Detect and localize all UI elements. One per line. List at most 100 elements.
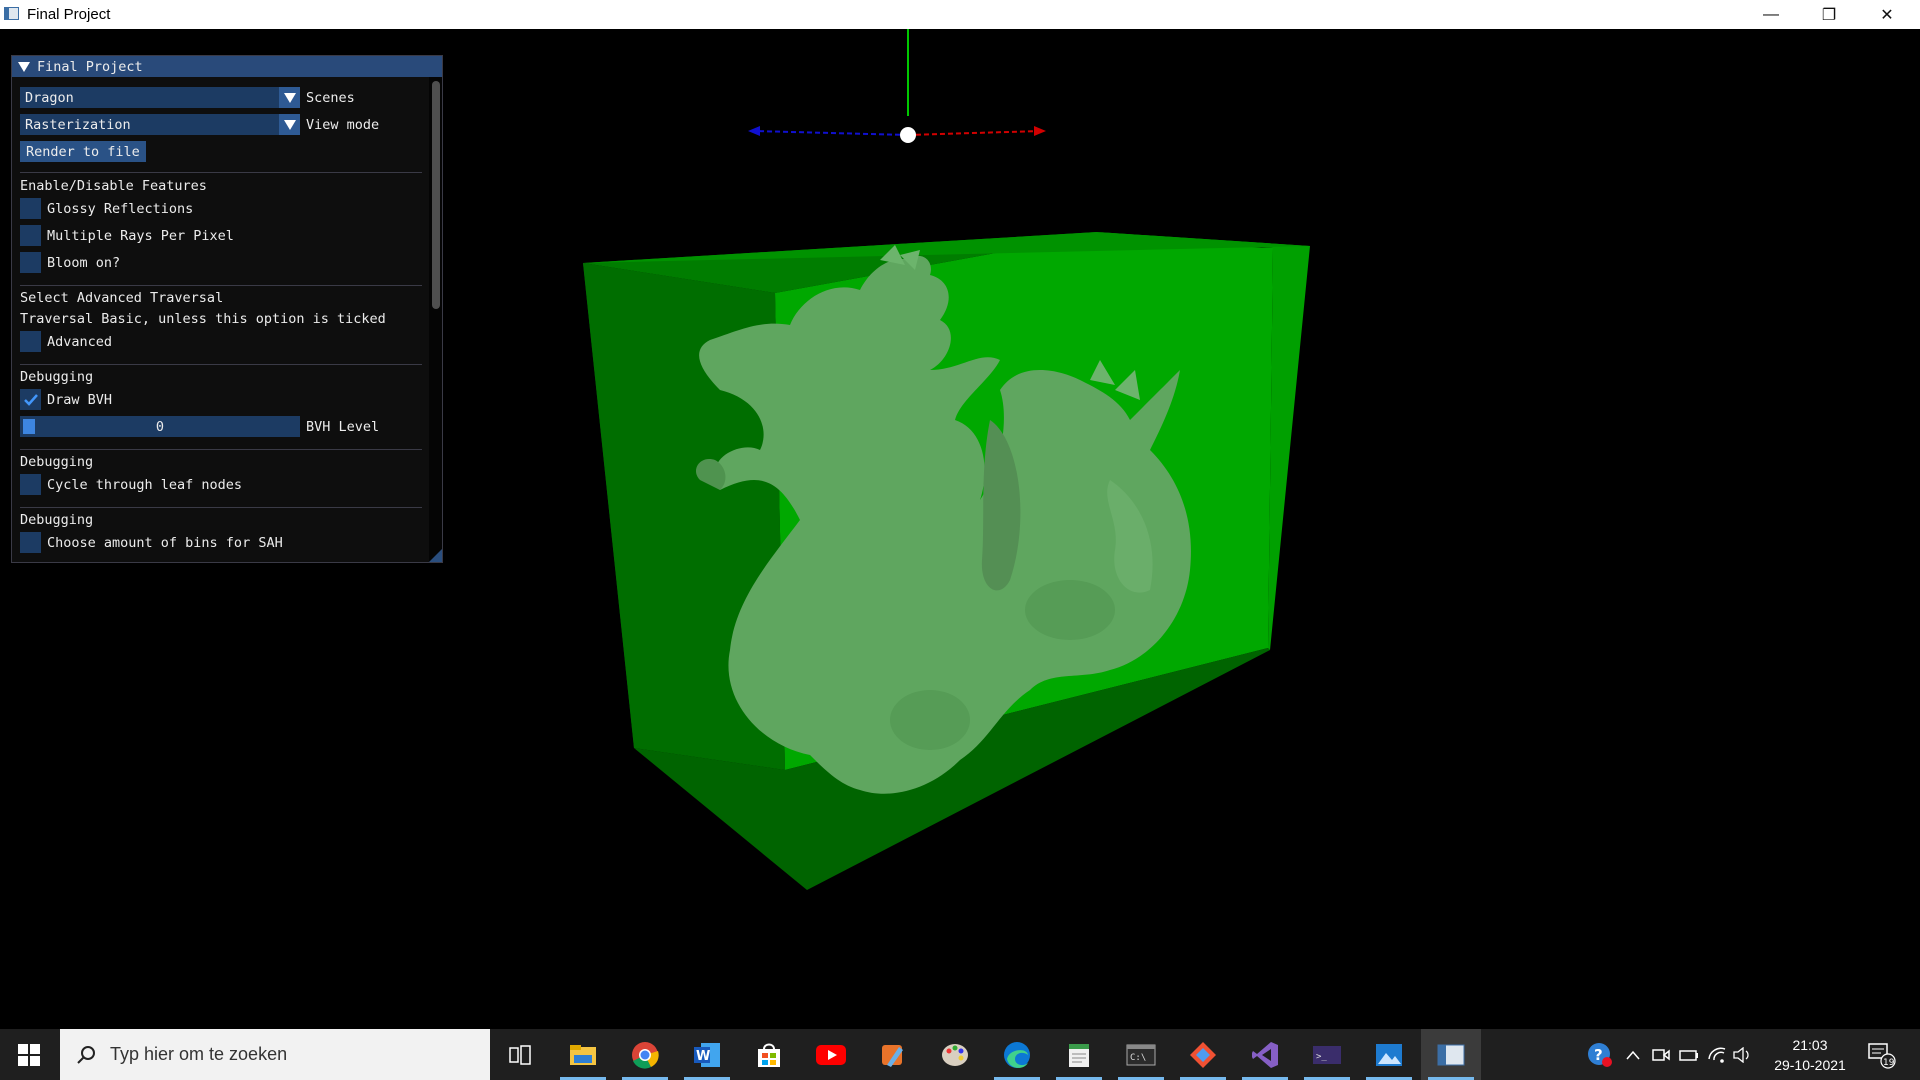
traversal-heading: Select Advanced Traversal [20, 290, 224, 306]
chrome-icon[interactable] [615, 1029, 675, 1080]
separator [20, 172, 422, 173]
paint-palette-icon[interactable] [925, 1029, 985, 1080]
windows-taskbar: Typ hier om te zoeken W C:\ >_ ? 21:03 2… [0, 1029, 1920, 1080]
final-project-app-icon[interactable] [1421, 1029, 1481, 1080]
taskbar-clock[interactable]: 21:03 29-10-2021 [1760, 1035, 1860, 1075]
panel-content: Dragon Scenes Rasterization View mode Re… [12, 77, 429, 562]
collapse-triangle-icon[interactable] [18, 61, 30, 72]
store-icon[interactable] [739, 1029, 799, 1080]
window-title: Final Project [27, 6, 111, 23]
separator [20, 285, 422, 286]
draw-bvh-label: Draw BVH [47, 391, 113, 408]
sah-bins-checkbox[interactable]: Choose amount of bins for SAH [20, 532, 283, 553]
close-button[interactable]: ✕ [1858, 0, 1916, 29]
separator [20, 507, 422, 508]
bloom-checkbox-box[interactable] [20, 252, 41, 273]
features-heading: Enable/Disable Features [20, 178, 207, 194]
glossy-checkbox-box[interactable] [20, 198, 41, 219]
advanced-label: Advanced [47, 333, 113, 350]
view-mode-select-value: Rasterization [25, 116, 131, 133]
clock-time: 21:03 [1792, 1037, 1828, 1053]
glossy-reflections-checkbox[interactable]: Glossy Reflections [20, 198, 193, 219]
transform-gizmo[interactable] [748, 29, 1046, 143]
action-center-icon[interactable]: 19 [1862, 1029, 1902, 1080]
gizmo-z-arrow [748, 126, 760, 136]
task-view-icon[interactable] [490, 1029, 550, 1080]
gizmo-x-axis [907, 130, 1041, 136]
settings-panel[interactable]: Final Project Dragon Scenes Rasterizatio… [11, 55, 443, 563]
view-mode-dropdown-arrow-icon[interactable] [279, 114, 300, 135]
svg-text:C:\: C:\ [1130, 1053, 1146, 1063]
visual-studio-icon[interactable] [1235, 1029, 1295, 1080]
separator [20, 364, 422, 365]
multiple-rays-checkbox[interactable]: Multiple Rays Per Pixel [20, 225, 234, 246]
help-icon[interactable]: ? [1583, 1029, 1617, 1080]
gizmo-center [900, 127, 916, 143]
bvh-level-slider[interactable]: 0 [20, 416, 300, 437]
render-to-file-button[interactable]: Render to file [20, 141, 146, 162]
cycle-checkbox-box[interactable] [20, 474, 41, 495]
battery-icon[interactable] [1676, 1029, 1702, 1080]
tray-overflow-chevron-icon[interactable] [1620, 1029, 1646, 1080]
minimize-button[interactable]: — [1742, 0, 1800, 29]
debug-sah-heading: Debugging [20, 512, 94, 528]
notification-count: 19 [1883, 1058, 1895, 1068]
view-mode-select-label: View mode [306, 116, 380, 133]
word-icon[interactable]: W [677, 1029, 737, 1080]
gizmo-x-arrow [1034, 126, 1046, 136]
clock-date: 29-10-2021 [1774, 1057, 1846, 1073]
multi-rays-checkbox-box[interactable] [20, 225, 41, 246]
panel-scrollbar[interactable] [429, 77, 442, 562]
meet-now-icon[interactable] [1648, 1029, 1674, 1080]
start-button[interactable] [0, 1029, 58, 1080]
separator [20, 449, 422, 450]
gizmo-z-axis [754, 130, 909, 136]
multi-rays-label: Multiple Rays Per Pixel [47, 227, 234, 244]
scene-dropdown-arrow-icon[interactable] [279, 87, 300, 108]
slider-grab-handle[interactable] [23, 419, 35, 434]
panel-title: Final Project [37, 58, 143, 75]
svg-text:W: W [696, 1049, 710, 1064]
bloom-label: Bloom on? [47, 254, 121, 271]
photos-icon[interactable] [1359, 1029, 1419, 1080]
search-placeholder: Typ hier om te zoeken [110, 1044, 288, 1064]
debug-bvh-heading: Debugging [20, 369, 94, 385]
advanced-checkbox-box[interactable] [20, 331, 41, 352]
panel-titlebar[interactable]: Final Project [12, 56, 442, 77]
edge-icon[interactable] [987, 1029, 1047, 1080]
git-icon[interactable] [1173, 1029, 1233, 1080]
wifi-icon[interactable] [1704, 1029, 1730, 1080]
search-icon [77, 1045, 95, 1064]
app-window-icon [4, 7, 19, 20]
cycle-leaf-nodes-checkbox[interactable]: Cycle through leaf nodes [20, 474, 242, 495]
draw-bvh-checkbox[interactable]: Draw BVH [20, 389, 112, 410]
restore-button[interactable]: ❐ [1800, 0, 1858, 29]
bvh-level-label: BVH Level [306, 418, 380, 435]
svg-text:?: ? [1594, 1046, 1603, 1064]
sah-label: Choose amount of bins for SAH [47, 534, 283, 551]
powershell-icon[interactable]: >_ [1297, 1029, 1357, 1080]
debug-leaf-heading: Debugging [20, 454, 94, 470]
windows-logo-icon [18, 1043, 40, 1066]
scene-select-label: Scenes [306, 89, 355, 106]
svg-text:>_: >_ [1316, 1052, 1327, 1062]
bloom-checkbox[interactable]: Bloom on? [20, 252, 120, 273]
scrollbar-thumb[interactable] [432, 81, 440, 309]
window-titlebar[interactable]: Final Project — ❐ ✕ [0, 0, 1920, 29]
notepad-icon[interactable] [1049, 1029, 1109, 1080]
scene-select-value: Dragon [25, 89, 74, 106]
scene-select[interactable]: Dragon [20, 87, 300, 108]
advanced-traversal-checkbox[interactable]: Advanced [20, 331, 112, 352]
sah-checkbox-box[interactable] [20, 532, 41, 553]
glossy-label: Glossy Reflections [47, 200, 194, 217]
volume-icon[interactable] [1730, 1029, 1756, 1080]
youtube-icon[interactable] [801, 1029, 861, 1080]
paint-app-icon[interactable] [863, 1029, 923, 1080]
bvh-level-value: 0 [155, 418, 165, 435]
file-explorer-icon[interactable] [553, 1029, 613, 1080]
taskbar-search-box[interactable]: Typ hier om te zoeken [60, 1029, 490, 1080]
view-mode-select[interactable]: Rasterization [20, 114, 300, 135]
draw-bvh-checkbox-box[interactable] [20, 389, 41, 410]
resize-grip-icon[interactable] [429, 549, 442, 562]
terminal-icon[interactable]: C:\ [1111, 1029, 1171, 1080]
